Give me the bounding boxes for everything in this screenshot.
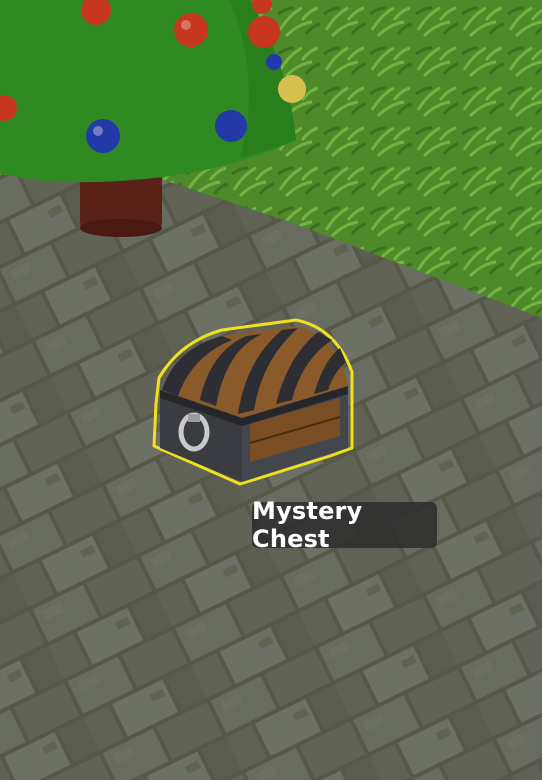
ornament [278,75,306,103]
ornament [174,13,208,47]
object-tooltip: Mystery Chest [252,497,437,553]
game-viewport[interactable]: Mystery Chest [0,0,542,780]
ornament [86,119,120,153]
ornament [266,54,282,70]
ornament [215,110,247,142]
mystery-chest-hitbox[interactable] [152,318,358,488]
tooltip-label: Mystery Chest [252,497,363,553]
ornament [248,16,280,48]
